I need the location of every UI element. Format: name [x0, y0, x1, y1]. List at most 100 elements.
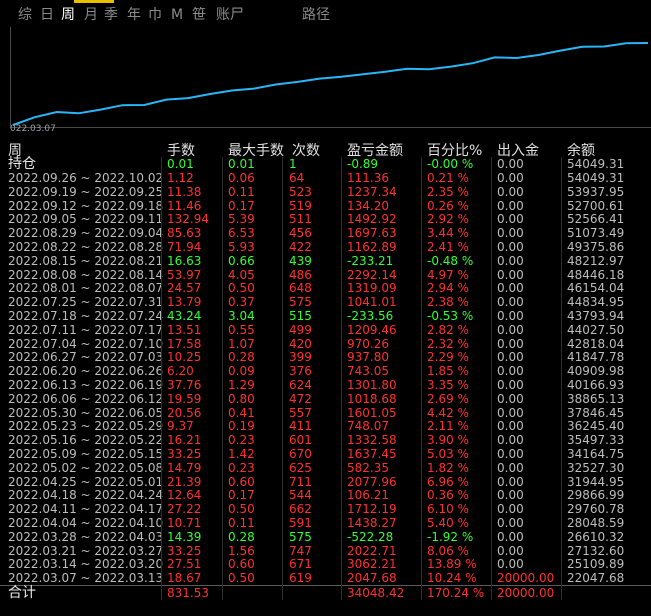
cell-count: 619 [289, 571, 312, 586]
table-row[interactable]: 2022.06.06 ~ 2022.06.12 19.59 0.80 472 1018.… [0, 392, 651, 406]
cell-pct: 2.69 % [427, 391, 469, 406]
cell-max-lots: 1.29 [228, 378, 255, 392]
table-row[interactable]: 2022.05.30 ~ 2022.06.05 20.56 0.41 557 1601.… [0, 406, 651, 420]
table-row[interactable]: 2022.05.02 ~ 2022.05.08 14.79 0.23 625 582.3… [0, 461, 651, 475]
cell-lots: 1.12 [167, 171, 194, 185]
tab-5[interactable]: 年 [127, 6, 141, 24]
table-row[interactable]: 2022.08.29 ~ 2022.09.04 85.63 6.53 456 1697.… [0, 226, 651, 240]
table-row[interactable]: 2022.08.22 ~ 2022.08.28 71.94 5.93 422 1162.… [0, 240, 651, 254]
cell-max-lots: 3.04 [228, 309, 255, 323]
table-row[interactable]: 2022.08.15 ~ 2022.08.21 16.63 0.66 439 -233.… [0, 254, 651, 268]
cell-count: 472 [289, 391, 312, 406]
cell-count: 511 [289, 212, 312, 227]
cell-lots: 13.79 [167, 295, 202, 310]
table-row[interactable]: 2022.03.07 ~ 2022.03.13 18.67 0.50 619 2047.… [0, 571, 651, 585]
cell-pct: 6.10 % [427, 502, 469, 517]
cell-lots: 19.59 [167, 391, 202, 406]
table-row[interactable]: 2022.03.28 ~ 2022.04.03 14.39 0.28 575 -522.… [0, 530, 651, 544]
cell-pct: 170.24 % [427, 586, 485, 600]
table-row[interactable]: 2022.03.21 ~ 2022.03.27 33.25 1.56 747 2022.… [0, 544, 651, 558]
cell-week: 2022.05.09 ~ 2022.05.15 [8, 447, 164, 461]
cell-pnl: 582.35 [347, 460, 389, 475]
cell-week: 2022.05.16 ~ 2022.05.22 [8, 433, 164, 448]
table-row[interactable]: 2022.05.09 ~ 2022.05.15 33.25 1.42 670 1637.… [0, 447, 651, 461]
cell-pnl: 2292.14 [347, 267, 397, 282]
table-row[interactable]: 2022.09.12 ~ 2022.09.18 11.46 0.17 519 134.2… [0, 199, 651, 213]
table-row[interactable]: 2022.05.16 ~ 2022.05.22 16.21 0.23 601 1332.… [0, 433, 651, 447]
cell-week: 2022.07.18 ~ 2022.07.24 [8, 309, 164, 323]
cell-week: 2022.07.11 ~ 2022.07.17 [8, 322, 164, 337]
cell-cash: 0.00 [497, 516, 524, 530]
cell-pct: 2.94 % [427, 281, 469, 296]
cell-max-lots: 4.05 [228, 267, 255, 282]
cell-count: 422 [289, 240, 312, 254]
cell-lots: 71.94 [167, 240, 202, 254]
table-row[interactable]: 2022.06.20 ~ 2022.06.26 6.20 0.09 376 743.05… [0, 364, 651, 378]
table-row[interactable]: 2022.09.26 ~ 2022.10.02 1.12 0.06 64 111.36 0… [0, 171, 651, 185]
cell-lots: 9.37 [167, 419, 194, 434]
cell-cash: 0.00 [497, 184, 524, 199]
cell-week: 2022.06.13 ~ 2022.06.19 [8, 378, 164, 392]
tab-8[interactable]: 笹 [192, 6, 206, 24]
table-row[interactable]: 2022.07.04 ~ 2022.07.10 17.58 1.07 420 970.2… [0, 337, 651, 351]
tab-1[interactable]: 日 [40, 6, 54, 24]
cell-pnl: 1332.58 [347, 433, 397, 448]
cell-week: 2022.08.22 ~ 2022.08.28 [8, 240, 164, 254]
cell-count: 411 [289, 419, 312, 434]
cell-pct: 8.06 % [427, 543, 469, 558]
cell-lots: 33.25 [167, 543, 202, 558]
table-row[interactable]: 2022.09.19 ~ 2022.09.25 11.38 0.11 523 1237.… [0, 185, 651, 199]
cell-max-lots: 1.56 [228, 543, 255, 558]
holding-row[interactable]: 持仓 0.01 0.01 1 -0.89 -0.00 % 0.00 54049.31 [0, 157, 651, 171]
cell-lots: 831.53 [167, 586, 209, 600]
cell-max-lots: 0.06 [228, 171, 255, 185]
table-row[interactable]: 2022.05.23 ~ 2022.05.29 9.37 0.19 411 748.07… [0, 419, 651, 433]
cell-count: 420 [289, 336, 312, 351]
cell-max-lots: 1.42 [228, 447, 255, 461]
cell-balance: 52700.61 [567, 198, 625, 213]
total-row[interactable]: 合计 831.53 34048.42 170.24 % 20000.00 [0, 586, 651, 600]
cell-pnl: 1209.46 [347, 322, 397, 337]
cell-week: 2022.03.07 ~ 2022.03.13 [8, 571, 164, 586]
table-row[interactable]: 2022.04.18 ~ 2022.04.24 12.64 0.17 544 106.2… [0, 488, 651, 502]
tab-2[interactable]: 周 [61, 6, 75, 24]
table-row[interactable]: 2022.03.14 ~ 2022.03.20 27.51 0.60 671 3062.… [0, 557, 651, 571]
tab-7[interactable]: M [171, 6, 183, 24]
table-row[interactable]: 2022.06.13 ~ 2022.06.19 37.76 1.29 624 1301.… [0, 378, 651, 392]
cell-pnl: 3062.21 [347, 557, 397, 572]
cell-pnl: 1601.05 [347, 405, 397, 420]
cell-max-lots: 0.23 [228, 433, 255, 448]
tab-6[interactable]: 巾 [148, 6, 162, 24]
table-row[interactable]: 2022.07.18 ~ 2022.07.24 43.24 3.04 515 -233.… [0, 309, 651, 323]
cell-pnl: 1162.89 [347, 240, 397, 254]
cell-lots: 13.51 [167, 322, 202, 337]
cell-pnl: -522.28 [347, 529, 394, 544]
table-row[interactable]: 2022.07.25 ~ 2022.07.31 13.79 0.37 575 1041.… [0, 295, 651, 309]
cell-pnl: 937.80 [347, 350, 389, 365]
tab-10[interactable]: 路径 [302, 6, 330, 24]
tab-4[interactable]: 季 [104, 6, 118, 24]
table-row[interactable]: 2022.06.27 ~ 2022.07.03 10.25 0.28 399 937.8… [0, 350, 651, 364]
cell-count: 747 [289, 543, 312, 558]
table-row[interactable]: 2022.08.08 ~ 2022.08.14 53.97 4.05 486 2292.… [0, 268, 651, 282]
cell-pct: 2.32 % [427, 336, 469, 351]
table-row[interactable]: 2022.04.11 ~ 2022.04.17 27.22 0.50 662 1712.… [0, 502, 651, 516]
cell-lots: 11.38 [167, 184, 202, 199]
cell-pct: 6.96 % [427, 474, 469, 489]
table-row[interactable]: 2022.07.11 ~ 2022.07.17 13.51 0.55 499 1209.… [0, 323, 651, 337]
cell-week: 2022.04.18 ~ 2022.04.24 [8, 488, 164, 503]
cell-pct: 10.24 % [427, 571, 477, 586]
table-row[interactable]: 2022.08.01 ~ 2022.08.07 24.57 0.50 648 1319.… [0, 281, 651, 295]
tab-3[interactable]: 月 [84, 6, 98, 24]
cell-balance: 31944.95 [567, 474, 625, 489]
tab-0[interactable]: 综 [18, 6, 32, 24]
tab-9[interactable]: 账尸 [216, 6, 244, 24]
table-row[interactable]: 2022.04.25 ~ 2022.05.01 21.39 0.60 711 2077.… [0, 475, 651, 489]
table-row[interactable]: 2022.04.04 ~ 2022.04.10 10.71 0.11 591 1438.… [0, 516, 651, 530]
cell-count: 439 [289, 253, 312, 268]
cell-cash: 0.00 [497, 378, 524, 392]
cell-balance: 51073.49 [567, 226, 625, 241]
table-row[interactable]: 2022.09.05 ~ 2022.09.11 132.94 5.39 511 1492… [0, 212, 651, 226]
cell-lots: 10.25 [167, 350, 202, 365]
cell-cash: 0.00 [497, 350, 524, 365]
